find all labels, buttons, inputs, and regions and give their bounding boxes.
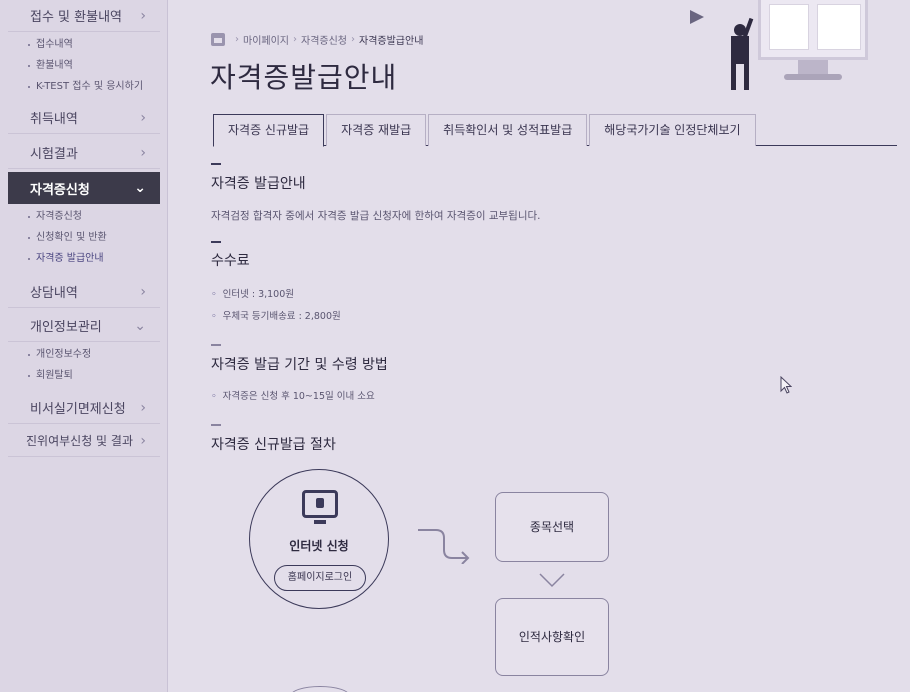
page-title: 자격증발급안내 <box>210 61 398 94</box>
chevron-right-icon: › <box>140 7 146 24</box>
person-head <box>734 24 746 36</box>
sidebar-item-acquire[interactable]: 취득내역 › <box>8 102 160 134</box>
sidebar-item-exemption[interactable]: 비서실기면제신청 › <box>8 392 160 424</box>
list-item: 인터넷 : 3,100원 <box>211 286 294 300</box>
sidebar-item-label: 자격증신청 <box>30 182 90 198</box>
step-confirm-identity: 인적사항확인 <box>495 598 609 676</box>
sidebar-item-label: 시험결과 <box>30 147 78 162</box>
chevron-down-icon <box>539 573 565 588</box>
sidebar-item-consult[interactable]: 상담내역 › <box>8 276 160 308</box>
sidebar-group-exemption: 비서실기면제신청 › <box>8 392 160 424</box>
sidebar-subitem[interactable]: 자격증신청 <box>28 206 160 227</box>
section-title-guide: 자격증 발급안내 <box>211 176 306 192</box>
sidebar-item-receipt[interactable]: 접수 및 환불내역 › <box>8 0 160 32</box>
list-item: 자격증은 신청 후 10~15일 이내 소요 <box>211 388 375 402</box>
sidebar-item-label: 진위여부신청 및 결과 <box>26 434 133 448</box>
step-select-item: 종목선택 <box>495 492 609 562</box>
sidebar-item-label: 취득내역 <box>30 112 78 127</box>
sidebar-item-certificate[interactable]: 자격증신청 ⌄ <box>8 172 160 204</box>
tab-new-issue[interactable]: 자격증 신규발급 <box>213 114 325 147</box>
homepage-login-button[interactable]: 홈페이지로그인 <box>274 565 366 591</box>
section-marker <box>211 424 221 426</box>
sidebar-item-label: 비서실기면제신청 <box>30 402 126 417</box>
breadcrumb-current: 자격증발급안내 <box>359 36 424 47</box>
sidebar-item-label: 개인정보관리 <box>30 320 102 335</box>
breadcrumb-item[interactable]: 마이페이지 <box>243 32 289 47</box>
lock-monitor-icon <box>302 490 338 524</box>
step-label: 인터넷 신청 <box>289 539 349 553</box>
person-body <box>731 36 749 64</box>
sidebar-group-acquire: 취득내역 › <box>8 102 160 134</box>
chevron-right-icon: › <box>140 144 146 161</box>
step-internet-apply: 인터넷 신청 홈페이지로그인 <box>249 469 389 609</box>
sidebar-item-authenticity[interactable]: 진위여부신청 및 결과 › <box>8 425 160 457</box>
sidebar-subitem[interactable]: 회원탈퇴 <box>28 365 160 386</box>
document-illustration <box>817 4 861 50</box>
flag-icon <box>690 10 704 24</box>
tab-bar: 자격증 신규발급 자격증 재발급 취득확인서 및 성적표발급 해당국가기술 인정… <box>213 114 897 147</box>
tab-confirmation[interactable]: 취득확인서 및 성적표발급 <box>428 114 588 146</box>
home-icon[interactable] <box>211 33 225 46</box>
section-marker <box>211 241 221 243</box>
tab-reissue[interactable]: 자격증 재발급 <box>326 114 427 146</box>
sidebar-group-privacy: 개인정보관리 ⌄ 개인정보수정 회원탈퇴 <box>8 310 160 390</box>
monitor-base <box>784 74 842 80</box>
sidebar-group-authenticity: 진위여부신청 및 결과 › <box>8 425 160 457</box>
chevron-right-icon: › <box>140 399 146 416</box>
chevron-down-icon: ⌄ <box>134 180 146 196</box>
breadcrumb-separator: › <box>351 34 355 45</box>
next-step-partial <box>290 686 350 692</box>
header-illustration <box>690 0 910 95</box>
sidebar-group-certificate: 자격증신청 ⌄ 자격증신청 신청확인 및 반환 자격증 발급안내 <box>8 172 160 273</box>
section-marker <box>211 344 221 346</box>
sidebar-item-label: 접수 및 환불내역 <box>30 10 122 25</box>
sidebar-subitem-current[interactable]: 자격증 발급안내 <box>28 248 160 269</box>
sidebar-subitem[interactable]: 개인정보수정 <box>28 344 160 365</box>
section-marker <box>211 163 221 165</box>
section-title-period: 자격증 발급 기간 및 수령 방법 <box>211 357 388 373</box>
sidebar-item-label: 상담내역 <box>30 286 78 301</box>
sidebar-subitem[interactable]: 신청확인 및 반환 <box>28 227 160 248</box>
sidebar: 접수 및 환불내역 › 접수내역 환불내역 K-TEST 접수 및 응시하기 취… <box>0 0 168 692</box>
tab-recognized-orgs[interactable]: 해당국가기술 인정단체보기 <box>589 114 756 146</box>
chevron-down-icon: ⌄ <box>134 317 146 334</box>
person-legs <box>731 64 749 90</box>
chevron-right-icon: › <box>140 109 146 126</box>
breadcrumb-separator: › <box>235 34 239 45</box>
mouse-cursor-icon <box>780 376 792 394</box>
sidebar-item-results[interactable]: 시험결과 › <box>8 137 160 169</box>
sidebar-submenu: 자격증신청 신청확인 및 반환 자격증 발급안내 <box>8 204 160 273</box>
section-title-procedure: 자격증 신규발급 절차 <box>211 437 336 453</box>
flow-arrow-icon <box>418 529 470 564</box>
breadcrumb-separator: › <box>293 34 297 45</box>
sidebar-submenu: 개인정보수정 회원탈퇴 <box>8 342 160 390</box>
sidebar-item-privacy[interactable]: 개인정보관리 ⌄ <box>8 310 160 342</box>
sidebar-subitem[interactable]: 환불내역 <box>28 55 160 76</box>
sidebar-group-results: 시험결과 › <box>8 137 160 169</box>
monitor-stand <box>798 60 828 74</box>
section-text-guide: 자격검정 합격자 중에서 자격증 발급 신청자에 한하여 자격증이 교부됩니다. <box>211 210 541 222</box>
sidebar-group-receipt: 접수 및 환불내역 › 접수내역 환불내역 K-TEST 접수 및 응시하기 <box>8 0 160 101</box>
sidebar-group-consult: 상담내역 › <box>8 276 160 308</box>
breadcrumb: › 마이페이지 › 자격증신청 › 자격증발급안내 <box>211 32 423 47</box>
sidebar-subitem[interactable]: 접수내역 <box>28 34 160 55</box>
breadcrumb-item[interactable]: 자격증신청 <box>301 32 347 47</box>
chevron-right-icon: › <box>140 283 146 300</box>
list-item: 우체국 등기배송료 : 2,800원 <box>211 308 341 322</box>
sidebar-submenu: 접수내역 환불내역 K-TEST 접수 및 응시하기 <box>8 32 160 101</box>
section-title-fee: 수수료 <box>211 253 250 269</box>
chevron-right-icon: › <box>140 432 146 449</box>
sidebar-subitem[interactable]: K-TEST 접수 및 응시하기 <box>28 76 160 97</box>
monitor-illustration <box>758 0 868 60</box>
document-illustration <box>769 4 809 50</box>
